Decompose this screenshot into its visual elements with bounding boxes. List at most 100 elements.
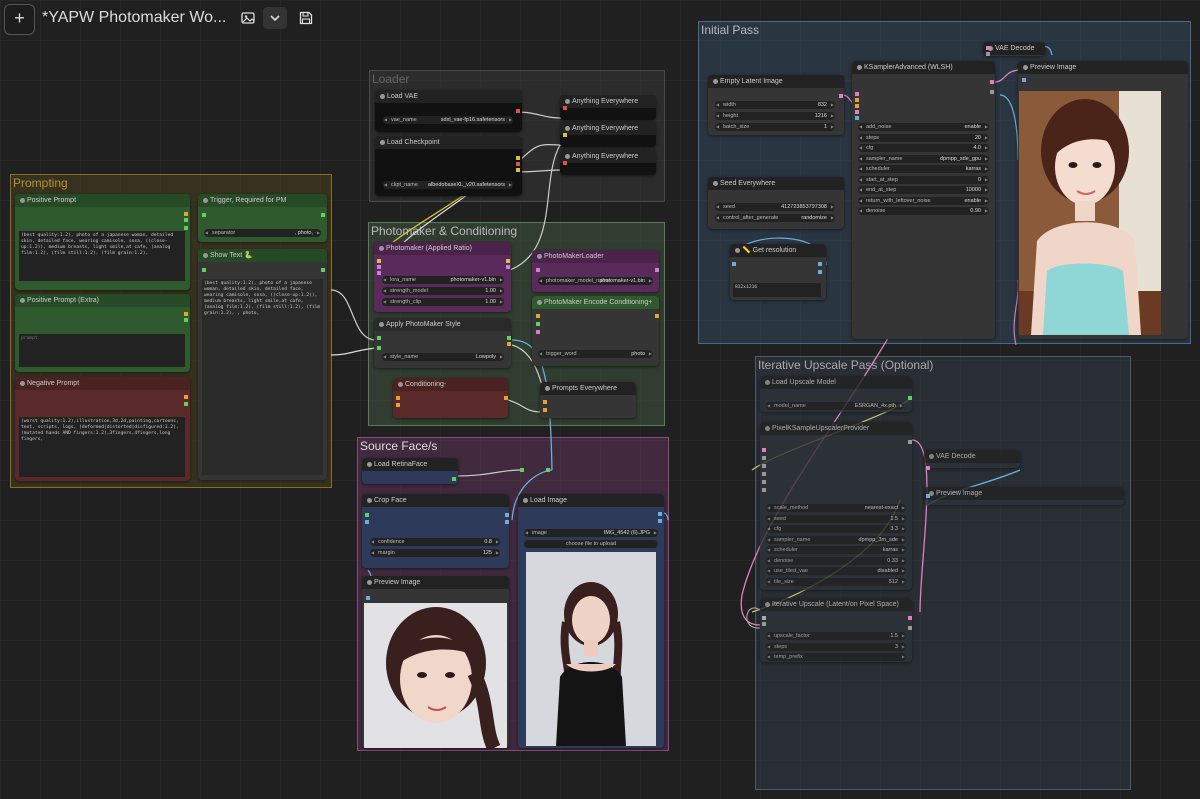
node-socket[interactable]	[184, 312, 188, 316]
upscale-model-combo[interactable]: model_name ESRGAN_4x.pth	[766, 402, 904, 410]
node-socket[interactable]	[990, 90, 994, 94]
vae-decode-node-upscale[interactable]: VAE Decode	[924, 450, 1020, 468]
node-socket[interactable]	[507, 336, 511, 340]
node-socket[interactable]	[986, 52, 990, 56]
node-socket[interactable]	[543, 408, 547, 412]
photomaker-applied-ratio-node[interactable]: Photomaker (Applied Ratio) lora_name pho…	[374, 242, 511, 312]
preview-image-node-initial[interactable]: Preview Image	[1018, 61, 1188, 339]
node-socket[interactable]	[855, 104, 859, 108]
confidence-slider[interactable]: confidence 0.8	[370, 538, 500, 546]
node-socket[interactable]	[1022, 78, 1026, 82]
ksampler-widget-end-at-step[interactable]: end_at_step10000	[858, 186, 989, 194]
node-socket[interactable]	[396, 403, 400, 407]
ksampler-widget-denoise[interactable]: denoise0.90	[858, 207, 989, 215]
node-socket[interactable]	[516, 162, 520, 166]
node-socket[interactable]	[377, 271, 381, 275]
ksampler-widget-cfg[interactable]: cfg4.0	[858, 144, 989, 152]
node-socket[interactable]	[563, 161, 567, 165]
node-socket[interactable]	[990, 80, 994, 84]
load-vae-node[interactable]: Load VAE vae_name sdxl_vae-fp16.safetens…	[375, 90, 522, 132]
ksampler-widget-return-with-leftover-noise[interactable]: return_with_leftover_noiseenable	[858, 196, 989, 205]
node-socket[interactable]	[505, 520, 509, 524]
node-socket[interactable]	[365, 513, 369, 517]
node-socket[interactable]	[377, 336, 381, 340]
lora-name-combo[interactable]: lora_name photomaker-v1.bin	[382, 276, 504, 284]
node-socket[interactable]	[908, 396, 912, 400]
upscaler-widget-scheduler[interactable]: schedulerkarras	[766, 546, 906, 554]
workflow-title[interactable]: *YAPW Photomaker Wo...	[42, 9, 226, 27]
anything-everywhere-node-1[interactable]: Anything Everywhere	[560, 95, 656, 120]
node-socket[interactable]	[184, 318, 188, 322]
node-socket[interactable]	[762, 622, 766, 626]
node-socket[interactable]	[516, 109, 520, 113]
workflow-menu-button[interactable]	[263, 7, 287, 29]
negative-prompt-textarea[interactable]: (worst quality:1.2),illustration,3d,2d,p…	[19, 417, 185, 477]
image-combo[interactable]: image IMG_4542 (6).JPG	[524, 529, 658, 537]
node-socket[interactable]	[762, 456, 766, 460]
node-socket[interactable]	[516, 168, 520, 172]
node-socket[interactable]	[908, 440, 912, 444]
node-socket[interactable]	[365, 520, 369, 524]
upscaler-widget-denoise[interactable]: denoise0.33	[766, 556, 906, 565]
node-socket[interactable]	[926, 466, 930, 470]
ksampler-widget-start-at-step[interactable]: start_at_step0	[858, 175, 989, 184]
iterative-widget-temp-prefix[interactable]: temp_prefix	[766, 653, 906, 661]
control-after-generate-combo[interactable]: control_after_generate randomize	[715, 214, 835, 222]
node-socket[interactable]	[520, 468, 524, 472]
load-retinaface-node[interactable]: Load RetinaFace	[362, 458, 458, 484]
height-field[interactable]: height 1216	[715, 112, 835, 120]
positive-extra-textarea[interactable]: prompt	[19, 334, 185, 367]
preview-image-node-source[interactable]: Preview Image	[362, 576, 509, 748]
node-socket[interactable]	[818, 262, 822, 266]
node-socket[interactable]	[546, 468, 550, 472]
ksampler-widget-steps[interactable]: steps20	[858, 133, 989, 142]
upscaler-widget-sampler-name[interactable]: sampler_namedpmpp_3m_sde	[766, 535, 906, 544]
node-socket[interactable]	[366, 596, 370, 600]
apply-photomaker-style-node[interactable]: Apply PhotoMaker Style style_name Lowpol…	[374, 318, 511, 368]
vae-name-combo[interactable]: vae_name sdxl_vae-fp16.safetensors	[383, 116, 513, 124]
conditioning-minus-node[interactable]: Conditioning-	[393, 378, 508, 418]
ksampler-widget-sampler-name[interactable]: sampler_namedpmpp_sde_gpu	[858, 154, 989, 163]
node-socket[interactable]	[908, 616, 912, 620]
upload-button[interactable]: choose file to upload	[524, 540, 658, 548]
node-socket[interactable]	[377, 259, 381, 263]
show-text-node[interactable]: Show Text 🐍 (best quality:1.2), photo of…	[198, 249, 327, 480]
node-socket[interactable]	[926, 494, 930, 498]
node-socket[interactable]	[516, 156, 520, 160]
pixel-ksample-upscaler-provider-node[interactable]: PixelKSampleUpscalerProvider scale_metho…	[760, 422, 912, 590]
ksampler-widget-scheduler[interactable]: schedulerkarras	[858, 165, 989, 173]
node-socket[interactable]	[655, 268, 659, 272]
positive-prompt-extra-node[interactable]: Positive Prompt (Extra) prompt	[15, 294, 190, 372]
node-socket[interactable]	[321, 268, 325, 272]
prompts-everywhere-node[interactable]: Prompts Everywhere	[540, 382, 636, 418]
node-socket[interactable]	[536, 314, 540, 318]
vae-decode-node-initial[interactable]: VAE Decode	[983, 42, 1045, 56]
node-socket[interactable]	[762, 488, 766, 492]
style-name-combo[interactable]: style_name Lowpoly	[382, 353, 504, 361]
anything-everywhere-node-2[interactable]: Anything Everywhere	[560, 122, 656, 147]
anything-everywhere-node-3[interactable]: Anything Everywhere	[560, 150, 656, 175]
node-socket[interactable]	[762, 448, 766, 452]
strength-model-slider[interactable]: strength_model 1.00	[382, 287, 504, 295]
node-socket[interactable]	[184, 402, 188, 406]
empty-latent-image-node[interactable]: Empty Latent Image width 832 height 1216…	[708, 75, 844, 135]
negative-prompt-node[interactable]: Negative Prompt (worst quality:1.2),illu…	[15, 377, 190, 481]
node-socket[interactable]	[855, 116, 859, 120]
photomaker-model-combo[interactable]: photomaker_model_name photomaker-v1.bin	[538, 277, 653, 285]
preview-image-node-upscale[interactable]: Preview Image	[924, 487, 1124, 505]
node-socket[interactable]	[504, 396, 508, 400]
node-socket[interactable]	[908, 626, 912, 630]
node-socket[interactable]	[184, 226, 188, 230]
node-socket[interactable]	[377, 346, 381, 350]
node-socket[interactable]	[762, 480, 766, 484]
node-socket[interactable]	[655, 314, 659, 318]
ksampler-widget-add-noise[interactable]: add_noiseenable	[858, 123, 989, 131]
save-icon[interactable]	[298, 10, 314, 26]
load-checkpoint-node[interactable]: Load Checkpoint ckpt_name albedobaseXL_v…	[375, 136, 522, 196]
node-socket[interactable]	[658, 519, 662, 523]
node-socket[interactable]	[543, 400, 547, 404]
positive-prompt-node[interactable]: Positive Prompt (best quality:1.2), phot…	[15, 194, 190, 290]
seed-everywhere-node[interactable]: Seed Everywhere seed 412723853797308 con…	[708, 177, 844, 229]
iterative-widget-steps[interactable]: steps3	[766, 642, 906, 651]
node-socket[interactable]	[855, 92, 859, 96]
